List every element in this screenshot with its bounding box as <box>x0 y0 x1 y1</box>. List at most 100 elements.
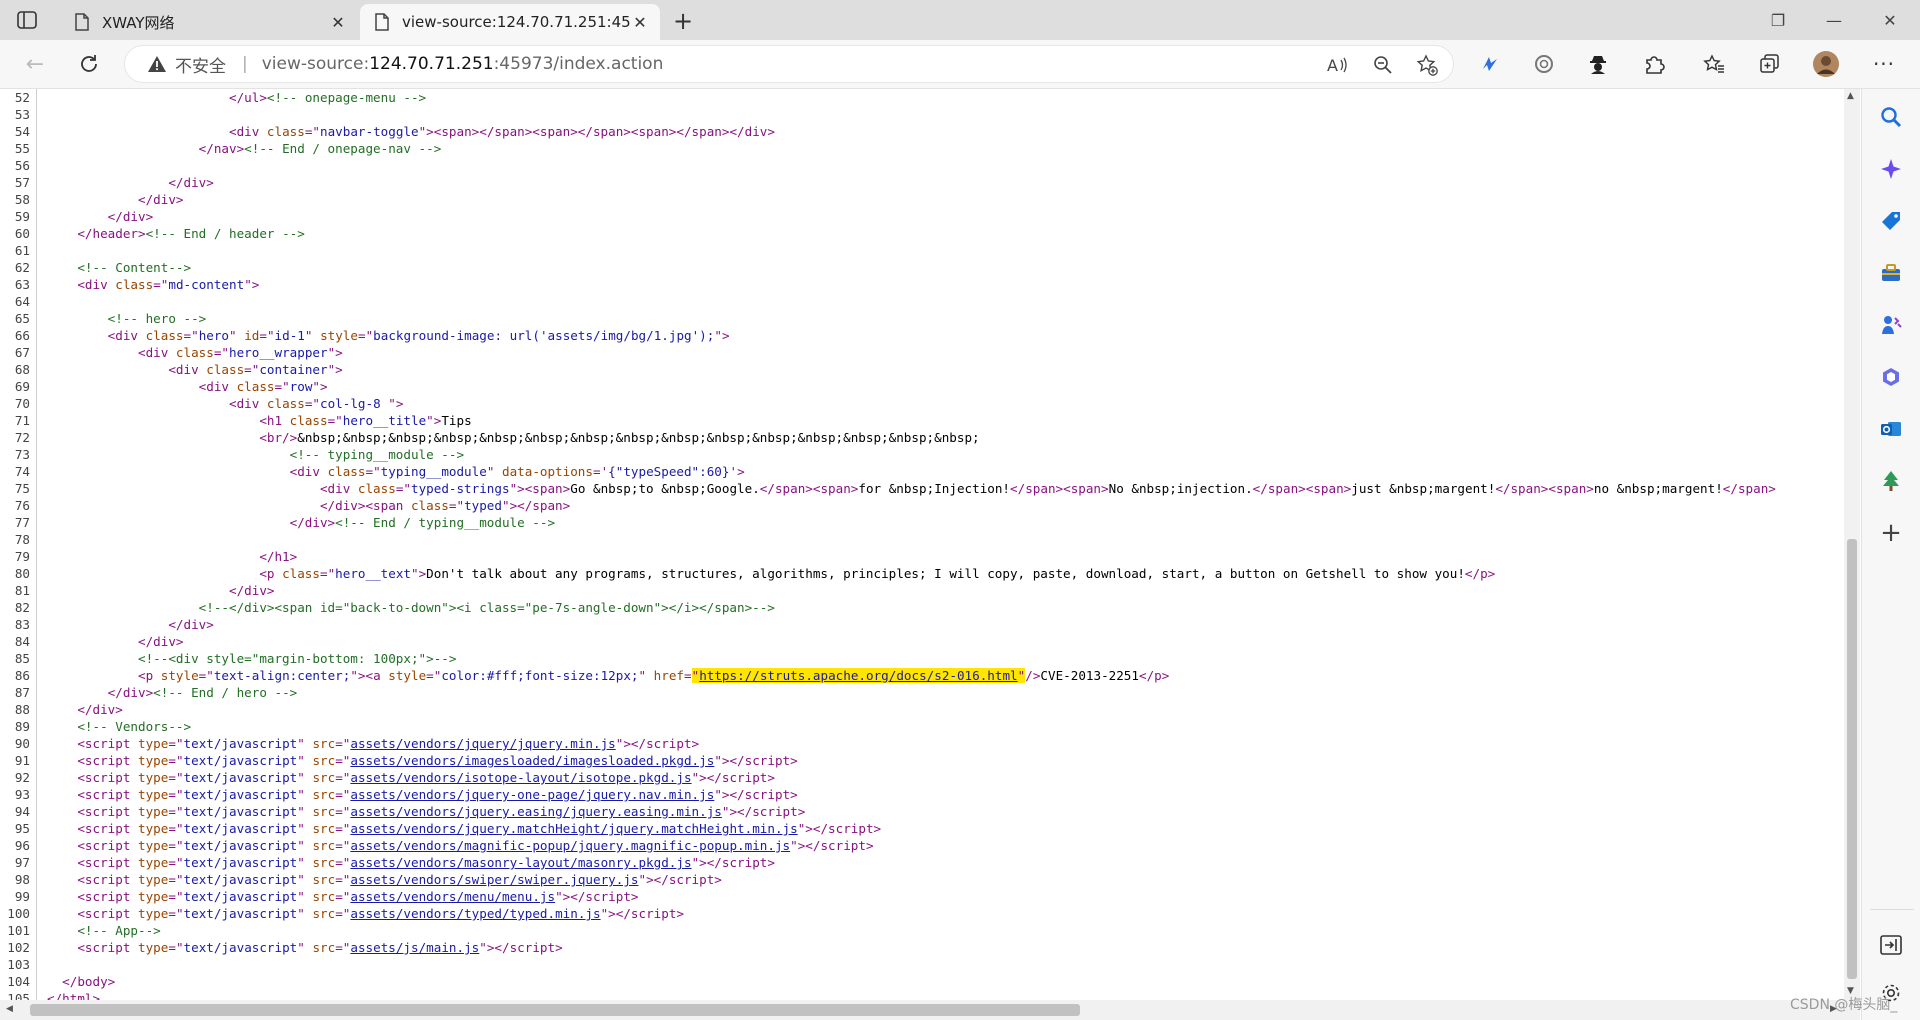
scroll-left-arrow-icon[interactable]: ◀ <box>6 1004 13 1014</box>
sidebar-panel-icon <box>17 11 37 29</box>
more-button[interactable]: ··· <box>1870 50 1898 78</box>
line-content: <div class="md-content"> <box>77 277 260 292</box>
source-link[interactable]: assets/vendors/isotope-layout/isotope.pk… <box>350 770 691 785</box>
source-line: 90 <script type="text/javascript" src="a… <box>0 735 1776 752</box>
source-line: 79 </h1> <box>0 548 1776 565</box>
line-number: 93 <box>0 786 37 803</box>
sidebar-shopping-button[interactable] <box>1877 207 1905 235</box>
extension-blue-icon <box>1483 57 1497 71</box>
source-link[interactable]: assets/js/main.js <box>350 940 479 955</box>
read-aloud-button[interactable]: A <box>1325 53 1349 77</box>
page-icon <box>375 13 389 31</box>
horizontal-scroll-thumb[interactable] <box>30 1004 1080 1016</box>
extensions-button[interactable] <box>1640 50 1668 78</box>
source-link[interactable]: https://struts.apache.org/docs/s2-016.ht… <box>699 668 1017 683</box>
outlook-icon <box>1881 422 1901 436</box>
line-content: <!-- Vendors--> <box>77 719 192 734</box>
source-link[interactable]: assets/vendors/jquery.easing/jquery.easi… <box>350 804 722 819</box>
source-line: 80 <p class="hero__text">Don't talk abou… <box>0 565 1776 582</box>
source-line: 67 <div class="hero__wrapper"> <box>0 344 1776 361</box>
line-number: 100 <box>0 905 37 922</box>
vertical-scrollbar[interactable]: ▲ ▼ <box>1844 89 1860 1000</box>
split-screen-icon <box>1880 935 1902 955</box>
source-link[interactable]: assets/vendors/masonry-layout/masonry.pk… <box>350 855 691 870</box>
source-line: 58 </div> <box>0 191 1776 208</box>
source-link[interactable]: assets/vendors/jquery.matchHeight/jquery… <box>350 821 797 836</box>
address-bar[interactable]: 不安全 | view-source: 124.70.71.251 :45973/… <box>124 45 1454 83</box>
source-link[interactable]: assets/vendors/magnific-popup/jquery.mag… <box>350 838 790 853</box>
extension-blue-button[interactable] <box>1476 50 1504 78</box>
line-content: <div class="col-lg-8 "> <box>228 396 404 411</box>
close-icon[interactable]: ✕ <box>328 13 348 32</box>
close-icon[interactable]: ✕ <box>630 13 650 32</box>
favorite-add-icon <box>1416 54 1438 76</box>
source-link[interactable]: assets/vendors/jquery/jquery.min.js <box>350 736 615 751</box>
source-line: 97 <script type="text/javascript" src="a… <box>0 854 1776 871</box>
sidebar-office-button[interactable] <box>1877 363 1905 391</box>
tab-view-source[interactable]: view-source:124.70.71.251:45973/index.ac… <box>360 4 660 40</box>
line-content: <script type="text/javascript" src="asse… <box>77 821 882 836</box>
source-line: 59 </div> <box>0 208 1776 225</box>
copilot-ring-button[interactable] <box>1530 50 1558 78</box>
sidebar-search-button[interactable] <box>1877 103 1905 131</box>
line-number: 58 <box>0 191 37 208</box>
minimize-button[interactable]: — <box>1806 0 1862 40</box>
line-content: <!-- typing__module --> <box>289 447 465 462</box>
profile-spy-button[interactable] <box>1584 50 1612 78</box>
line-number: 94 <box>0 803 37 820</box>
line-number: 68 <box>0 361 37 378</box>
line-number: 61 <box>0 242 37 259</box>
line-content: <div class="row"> <box>198 379 328 394</box>
line-number: 54 <box>0 123 37 140</box>
restore-icon: ❐ <box>1770 10 1786 30</box>
sidebar-add-button[interactable]: + <box>1877 519 1905 547</box>
source-view[interactable]: 52 </ul><!-- onepage-menu --> 53 54 <div c… <box>0 89 1844 1000</box>
source-link[interactable]: assets/vendors/imagesloaded/imagesloaded… <box>350 753 714 768</box>
line-content: <div class="typing__module" data-options… <box>289 464 745 479</box>
line-content <box>37 242 47 259</box>
source-line: 78 <box>0 531 1776 548</box>
sidebar-split-button[interactable] <box>1877 931 1905 959</box>
refresh-button[interactable] <box>74 49 104 79</box>
close-window-button[interactable]: ✕ <box>1862 0 1918 40</box>
line-number: 63 <box>0 276 37 293</box>
source-link[interactable]: assets/vendors/jquery-one-page/jquery.na… <box>350 787 714 802</box>
new-tab-button[interactable]: + <box>668 6 698 36</box>
extensions-icon <box>1646 56 1665 74</box>
source-line: 84 </div> <box>0 633 1776 650</box>
source-line: 75 <div class="typed-strings"><span>Go &… <box>0 480 1776 497</box>
zoom-button[interactable] <box>1371 53 1395 77</box>
line-content: </div><span class="typed"></span> <box>319 498 571 513</box>
scroll-up-arrow-icon[interactable]: ▲ <box>1847 91 1854 101</box>
line-number: 76 <box>0 497 37 514</box>
shopping-tag-icon <box>1882 212 1900 230</box>
source-line: 94 <script type="text/javascript" src="a… <box>0 803 1776 820</box>
vertical-scroll-thumb[interactable] <box>1847 539 1857 979</box>
line-content: <script type="text/javascript" src="asse… <box>77 770 775 785</box>
tab-actions-button[interactable] <box>14 8 40 32</box>
collections-button[interactable] <box>1756 50 1784 78</box>
profile-button[interactable] <box>1812 50 1840 78</box>
line-number: 99 <box>0 888 37 905</box>
back-button[interactable]: ← <box>20 49 50 79</box>
horizontal-scrollbar[interactable]: ◀ ▶ <box>0 1000 1860 1020</box>
source-link[interactable]: assets/vendors/typed/typed.min.js <box>350 906 600 921</box>
url-prefix: view-source: <box>261 54 370 74</box>
source-link[interactable]: assets/vendors/menu/menu.js <box>350 889 555 904</box>
line-number: 83 <box>0 616 37 633</box>
sidebar-tools-button[interactable] <box>1877 259 1905 287</box>
security-label[interactable]: 不安全 <box>175 52 226 77</box>
favorite-add-button[interactable] <box>1415 53 1439 77</box>
favorites-button[interactable] <box>1700 50 1728 78</box>
sidebar-copilot-button[interactable] <box>1877 155 1905 183</box>
source-line: 83 </div> <box>0 616 1776 633</box>
source-code: 52 </ul><!-- onepage-menu --> 53 54 <div c… <box>0 89 1776 1000</box>
plus-icon: + <box>672 7 694 35</box>
sidebar-tree-button[interactable] <box>1877 467 1905 495</box>
sidebar-games-button[interactable] <box>1877 311 1905 339</box>
source-link[interactable]: assets/vendors/swiper/swiper.jquery.js <box>350 872 638 887</box>
sidebar-outlook-button[interactable] <box>1877 415 1905 443</box>
restore-button[interactable]: ❐ <box>1750 0 1806 40</box>
line-content: <script type="text/javascript" src="asse… <box>77 736 700 751</box>
tab-xway[interactable]: XWAY网络 ✕ <box>60 4 358 40</box>
